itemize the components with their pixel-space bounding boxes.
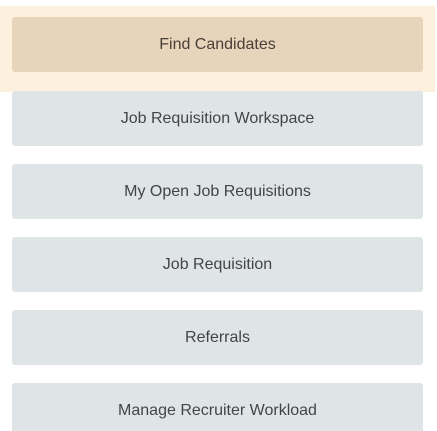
menu-item-label: Referrals [185,328,250,346]
menu-item-my-open-job-requisitions[interactable]: My Open Job Requisitions [12,164,423,219]
menu-item-job-requisition[interactable]: Job Requisition [12,237,423,292]
menu-item-label: Job Requisition [162,255,273,273]
menu-item-job-requisition-workspace[interactable]: Job Requisition Workspace [12,91,423,146]
menu-item-label: Find Candidates [159,35,276,53]
menu-item-manage-recruiter-workload[interactable]: Manage Recruiter Workload [12,383,423,431]
menu-item-referrals[interactable]: Referrals [12,310,423,365]
menu-item-label: My Open Job Requisitions [124,182,311,200]
task-menu: Find Candidates Job Requisition Workspac… [0,0,437,431]
menu-item-find-candidates[interactable]: Find Candidates [12,17,423,72]
menu-item-label: Manage Recruiter Workload [118,401,317,419]
menu-item-label: Job Requisition Workspace [120,109,315,127]
